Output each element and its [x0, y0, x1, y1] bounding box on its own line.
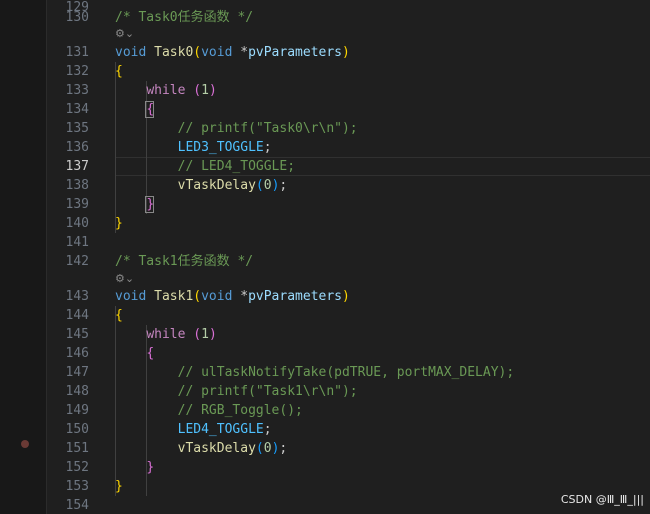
code-line[interactable]: while (1) — [115, 81, 217, 100]
codelens-copilot-icon[interactable]: ⚙⌄ — [115, 26, 134, 42]
code-token: Task0 — [154, 45, 194, 60]
code-token: { — [146, 102, 155, 117]
code-token: while — [146, 327, 194, 342]
code-token: { — [115, 308, 123, 323]
watermark: CSDN @Ⅲ_Ⅲ_||| — [560, 493, 644, 506]
code-token: ) — [342, 45, 350, 60]
code-token: void — [115, 45, 155, 60]
code-token: ; — [263, 422, 272, 437]
code-line[interactable]: } — [115, 195, 154, 214]
code-token: 1 — [201, 83, 209, 98]
code-editor[interactable]: 129 130 131 132 133 134 135 136 137 138 139 140 141 1… — [0, 0, 650, 514]
code-line[interactable]: } — [115, 458, 154, 477]
code-token: pvParameters — [248, 45, 342, 60]
code-token: ( — [255, 441, 264, 456]
code-line[interactable]: { — [115, 344, 154, 363]
code-token: vTaskDelay — [177, 441, 256, 456]
code-line[interactable]: // printf("Task1\r\n"); — [115, 382, 358, 401]
code-line[interactable]: while (1) — [115, 325, 217, 344]
code-line[interactable]: { — [115, 62, 123, 81]
code-line[interactable]: // LED4_TOGGLE; — [115, 157, 295, 176]
code-token: void — [115, 289, 155, 304]
code-token: 0 — [263, 441, 272, 456]
code-token: ( — [193, 83, 202, 98]
code-token: // printf("Task0\r\n"); — [177, 121, 358, 136]
code-token: pvParameters — [248, 289, 342, 304]
code-line[interactable]: // RGB_Toggle(); — [115, 401, 303, 420]
code-token: // RGB_Toggle(); — [177, 403, 303, 418]
code-token: } — [146, 460, 155, 475]
code-line[interactable]: // printf("Task0\r\n"); — [115, 119, 358, 138]
code-token: ; — [279, 178, 288, 193]
code-token: /* Task0任务函数 */ — [115, 10, 254, 25]
code-line[interactable]: // ulTaskNotifyTake(pdTRUE, portMAX_DELA… — [115, 363, 515, 382]
code-token: { — [146, 346, 155, 361]
code-token: ( — [193, 45, 202, 60]
code-line[interactable]: } — [115, 477, 123, 496]
code-token: LED3_TOGGLE — [177, 140, 264, 155]
code-token: * — [240, 45, 249, 60]
code-line[interactable]: /* Task1任务函数 */ — [115, 252, 253, 271]
code-token: // printf("Task1\r\n"); — [177, 384, 358, 399]
code-token: * — [240, 289, 249, 304]
code-token: while — [146, 83, 194, 98]
code-token: ; — [279, 441, 288, 456]
code-line[interactable]: /* Task0任务函数 */ — [115, 8, 253, 27]
code-token: /* Task1任务函数 */ — [115, 254, 254, 269]
codelens-copilot-icon[interactable]: ⚙⌄ — [115, 271, 134, 287]
code-token: vTaskDelay — [177, 178, 256, 193]
code-token: // LED4_TOGGLE; — [177, 159, 296, 174]
code-token: void — [201, 45, 241, 60]
code-line[interactable]: LED4_TOGGLE; — [115, 420, 272, 439]
code-token: // ulTaskNotifyTake(pdTRUE, portMAX_DELA… — [177, 365, 515, 380]
code-line[interactable]: void Task1(void *pvParameters) — [115, 287, 350, 306]
code-token: ( — [193, 289, 202, 304]
code-token: ( — [193, 327, 202, 342]
code-token: } — [115, 479, 123, 494]
code-area[interactable]: /* Task0任务函数 */void Task0(void *pvParame… — [0, 0, 650, 514]
code-token: ; — [263, 140, 272, 155]
code-line[interactable]: void Task0(void *pvParameters) — [115, 43, 350, 62]
code-line[interactable]: vTaskDelay(0); — [115, 439, 288, 458]
code-token: Task1 — [154, 289, 194, 304]
code-token: ) — [342, 289, 350, 304]
code-token: 1 — [201, 327, 209, 342]
code-line[interactable]: { — [115, 306, 123, 325]
code-token: ) — [208, 83, 217, 98]
code-token: 0 — [263, 178, 272, 193]
code-token: ( — [255, 178, 264, 193]
code-token: { — [115, 64, 123, 79]
code-token: void — [201, 289, 241, 304]
code-token: ) — [208, 327, 217, 342]
code-line[interactable]: LED3_TOGGLE; — [115, 138, 272, 157]
code-line[interactable]: vTaskDelay(0); — [115, 176, 288, 195]
code-token: } — [146, 197, 155, 212]
code-token: } — [115, 216, 123, 231]
code-token: LED4_TOGGLE — [177, 422, 264, 437]
code-line[interactable]: } — [115, 214, 123, 233]
code-line[interactable]: { — [115, 100, 154, 119]
